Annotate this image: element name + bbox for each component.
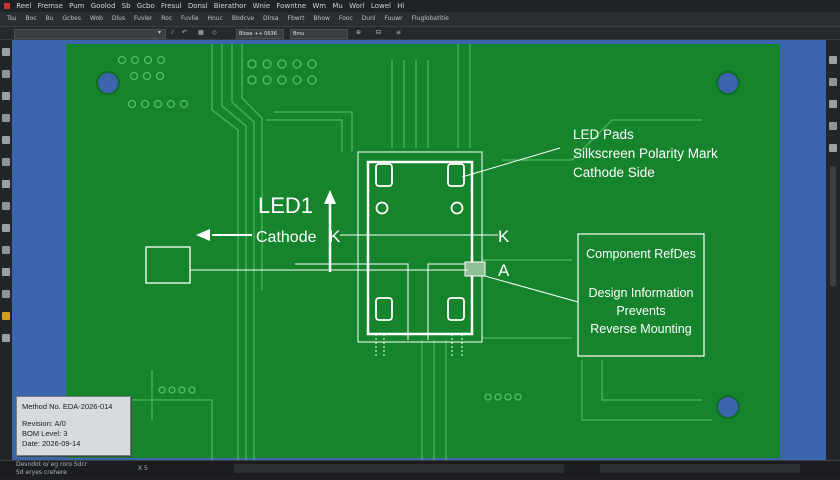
menu-item[interactable]: Gcbo: [137, 2, 155, 10]
layers-icon[interactable]: ≡: [396, 27, 401, 39]
mounting-hole: [716, 395, 740, 419]
callout-cathode-side: Cathode Side: [573, 165, 655, 180]
toolbar-button[interactable]: Dlrsa: [263, 15, 279, 22]
status-bar: Desndot o/ eg roro Sdcr Sd eryes crehere…: [0, 460, 840, 476]
undo-icon[interactable]: ↶: [182, 27, 187, 39]
main-toolbar: Tsu Boc Bu Gcbes Wob Dlus Fuvler Roc Fuv…: [0, 12, 840, 27]
layer-tool-icon[interactable]: [2, 268, 10, 276]
status-panel: [600, 464, 800, 473]
left-tool-palette: [0, 40, 12, 460]
callout-design-info: Design Information: [589, 286, 694, 300]
move-tool-icon[interactable]: [2, 70, 10, 78]
anode-pad-highlight[interactable]: [464, 261, 486, 277]
date: Date: 2026-09-14: [22, 439, 81, 448]
pad-tool-icon[interactable]: [2, 136, 10, 144]
callout-reverse-mounting: Reverse Mounting: [590, 322, 691, 336]
polygon-tool-icon[interactable]: [2, 180, 10, 188]
menu-item[interactable]: Fowntne: [276, 2, 306, 10]
menu-item[interactable]: Donsl: [188, 2, 208, 10]
toolbar-button[interactable]: Boc: [26, 15, 37, 22]
text-tool-icon[interactable]: [2, 158, 10, 166]
right-tool-palette: [826, 40, 840, 460]
route-tool-icon[interactable]: [2, 92, 10, 100]
toolbar-button[interactable]: Hnuc: [207, 15, 222, 22]
property-toolbar: ▾ ⁄ ↶ ▦ ◇ Bloxe ++ 0636 Bmu ⊕ ⊟ ≡: [0, 27, 840, 40]
net-tool-icon[interactable]: [2, 290, 10, 298]
toolbar-button[interactable]: Fluglobatitie: [412, 15, 449, 22]
toolbar-button[interactable]: Wob: [90, 15, 103, 22]
via-tool-icon[interactable]: [2, 114, 10, 122]
measure-tool-icon[interactable]: [2, 202, 10, 210]
pcb-canvas[interactable]: LED1 Cathode K K A LED Pads Silkscreen P…: [12, 40, 826, 460]
chevron-down-icon[interactable]: ▾: [158, 27, 161, 39]
vertical-scrollbar[interactable]: [830, 166, 836, 286]
menu-item[interactable]: Lowel: [371, 2, 391, 10]
k-label-left: K: [329, 227, 341, 246]
menu-item[interactable]: Wnie: [253, 2, 271, 10]
measure-icon[interactable]: ⊟: [376, 27, 381, 39]
zoom-in-icon[interactable]: ⊕: [356, 27, 361, 39]
coordinate-field[interactable]: Bloxe ++ 0636: [236, 29, 284, 39]
app-icon[interactable]: [4, 3, 10, 9]
menu-item[interactable]: Hi: [397, 2, 404, 10]
cathode-label: Cathode: [256, 229, 317, 246]
layer-select[interactable]: [14, 29, 166, 39]
menu-item[interactable]: Mu: [332, 2, 342, 10]
pin-icon[interactable]: [829, 56, 837, 64]
menu-item[interactable]: Wm: [312, 2, 326, 10]
menu-item[interactable]: Pum: [69, 2, 84, 10]
toolbar-button[interactable]: Fuvler: [134, 15, 152, 22]
status-zoom: X 5: [138, 465, 148, 472]
refdes-label: LED1: [258, 193, 313, 218]
toolbar-button[interactable]: Tsu: [7, 15, 17, 22]
menu-bar: Reel Fremse Pum Goolod Sb Gcbo Fresul Do…: [0, 0, 840, 12]
menu-item[interactable]: Fremse: [38, 2, 63, 10]
view-icon[interactable]: [829, 122, 837, 130]
menu-item[interactable]: Fresul: [161, 2, 182, 10]
toolbar-button[interactable]: Fooc: [339, 15, 353, 22]
toolbar-button[interactable]: Bu: [46, 15, 54, 22]
menu-item[interactable]: Worl: [349, 2, 365, 10]
toolbar-button[interactable]: Fbwrt: [288, 15, 305, 22]
revision: Revision: A/0: [22, 419, 66, 428]
toolbar-button[interactable]: Fuvlie: [181, 15, 199, 22]
k-label-right: K: [498, 227, 510, 246]
filter-icon[interactable]: [829, 144, 837, 152]
toolbar-button[interactable]: Dlus: [112, 15, 125, 22]
component-tool-icon[interactable]: [2, 224, 10, 232]
toolbar-button[interactable]: Bhow: [313, 15, 330, 22]
route-icon[interactable]: ⁄: [172, 27, 173, 39]
grid-icon[interactable]: ▦: [198, 27, 204, 39]
panel-icon[interactable]: [829, 78, 837, 86]
title-block: Method No. EDA-2026-014 Revision: A/0 BO…: [16, 396, 131, 456]
callout-prevents: Prevents: [616, 304, 665, 318]
status-text-secondary: Sd eryes crehere: [16, 469, 67, 476]
menu-item[interactable]: Sb: [122, 2, 131, 10]
snap-icon[interactable]: ◇: [212, 27, 217, 39]
drc-tool-icon[interactable]: [2, 246, 10, 254]
toolbar-button[interactable]: Gcbes: [62, 15, 81, 22]
callout-refdes: Component RefDes: [586, 247, 696, 261]
select-tool-icon[interactable]: [2, 48, 10, 56]
mounting-hole: [716, 71, 740, 95]
properties-icon[interactable]: [829, 100, 837, 108]
highlight-tool-icon[interactable]: [2, 334, 10, 342]
mounting-hole: [96, 71, 120, 95]
bom-level: BOM Level: 3: [22, 429, 68, 438]
status-panel: [234, 464, 564, 473]
a-label: A: [498, 261, 510, 280]
zoom-tool-icon[interactable]: [2, 312, 10, 320]
toolbar-button[interactable]: Bbdcve: [232, 15, 254, 22]
callout-polarity-mark: Silkscreen Polarity Mark: [573, 146, 718, 161]
menu-item[interactable]: Reel: [16, 2, 31, 10]
toolbar-button[interactable]: Dunl: [362, 15, 376, 22]
menu-item[interactable]: Goolod: [91, 2, 116, 10]
toolbar-button[interactable]: Roc: [161, 15, 172, 22]
method-number: Method No. EDA-2026-014: [22, 402, 113, 411]
callout-led-pads: LED Pads: [573, 127, 634, 142]
toolbar-button[interactable]: Fuuwr: [385, 15, 403, 22]
menu-item[interactable]: Bierathor: [214, 2, 247, 10]
unit-field[interactable]: Bmu: [290, 29, 348, 39]
